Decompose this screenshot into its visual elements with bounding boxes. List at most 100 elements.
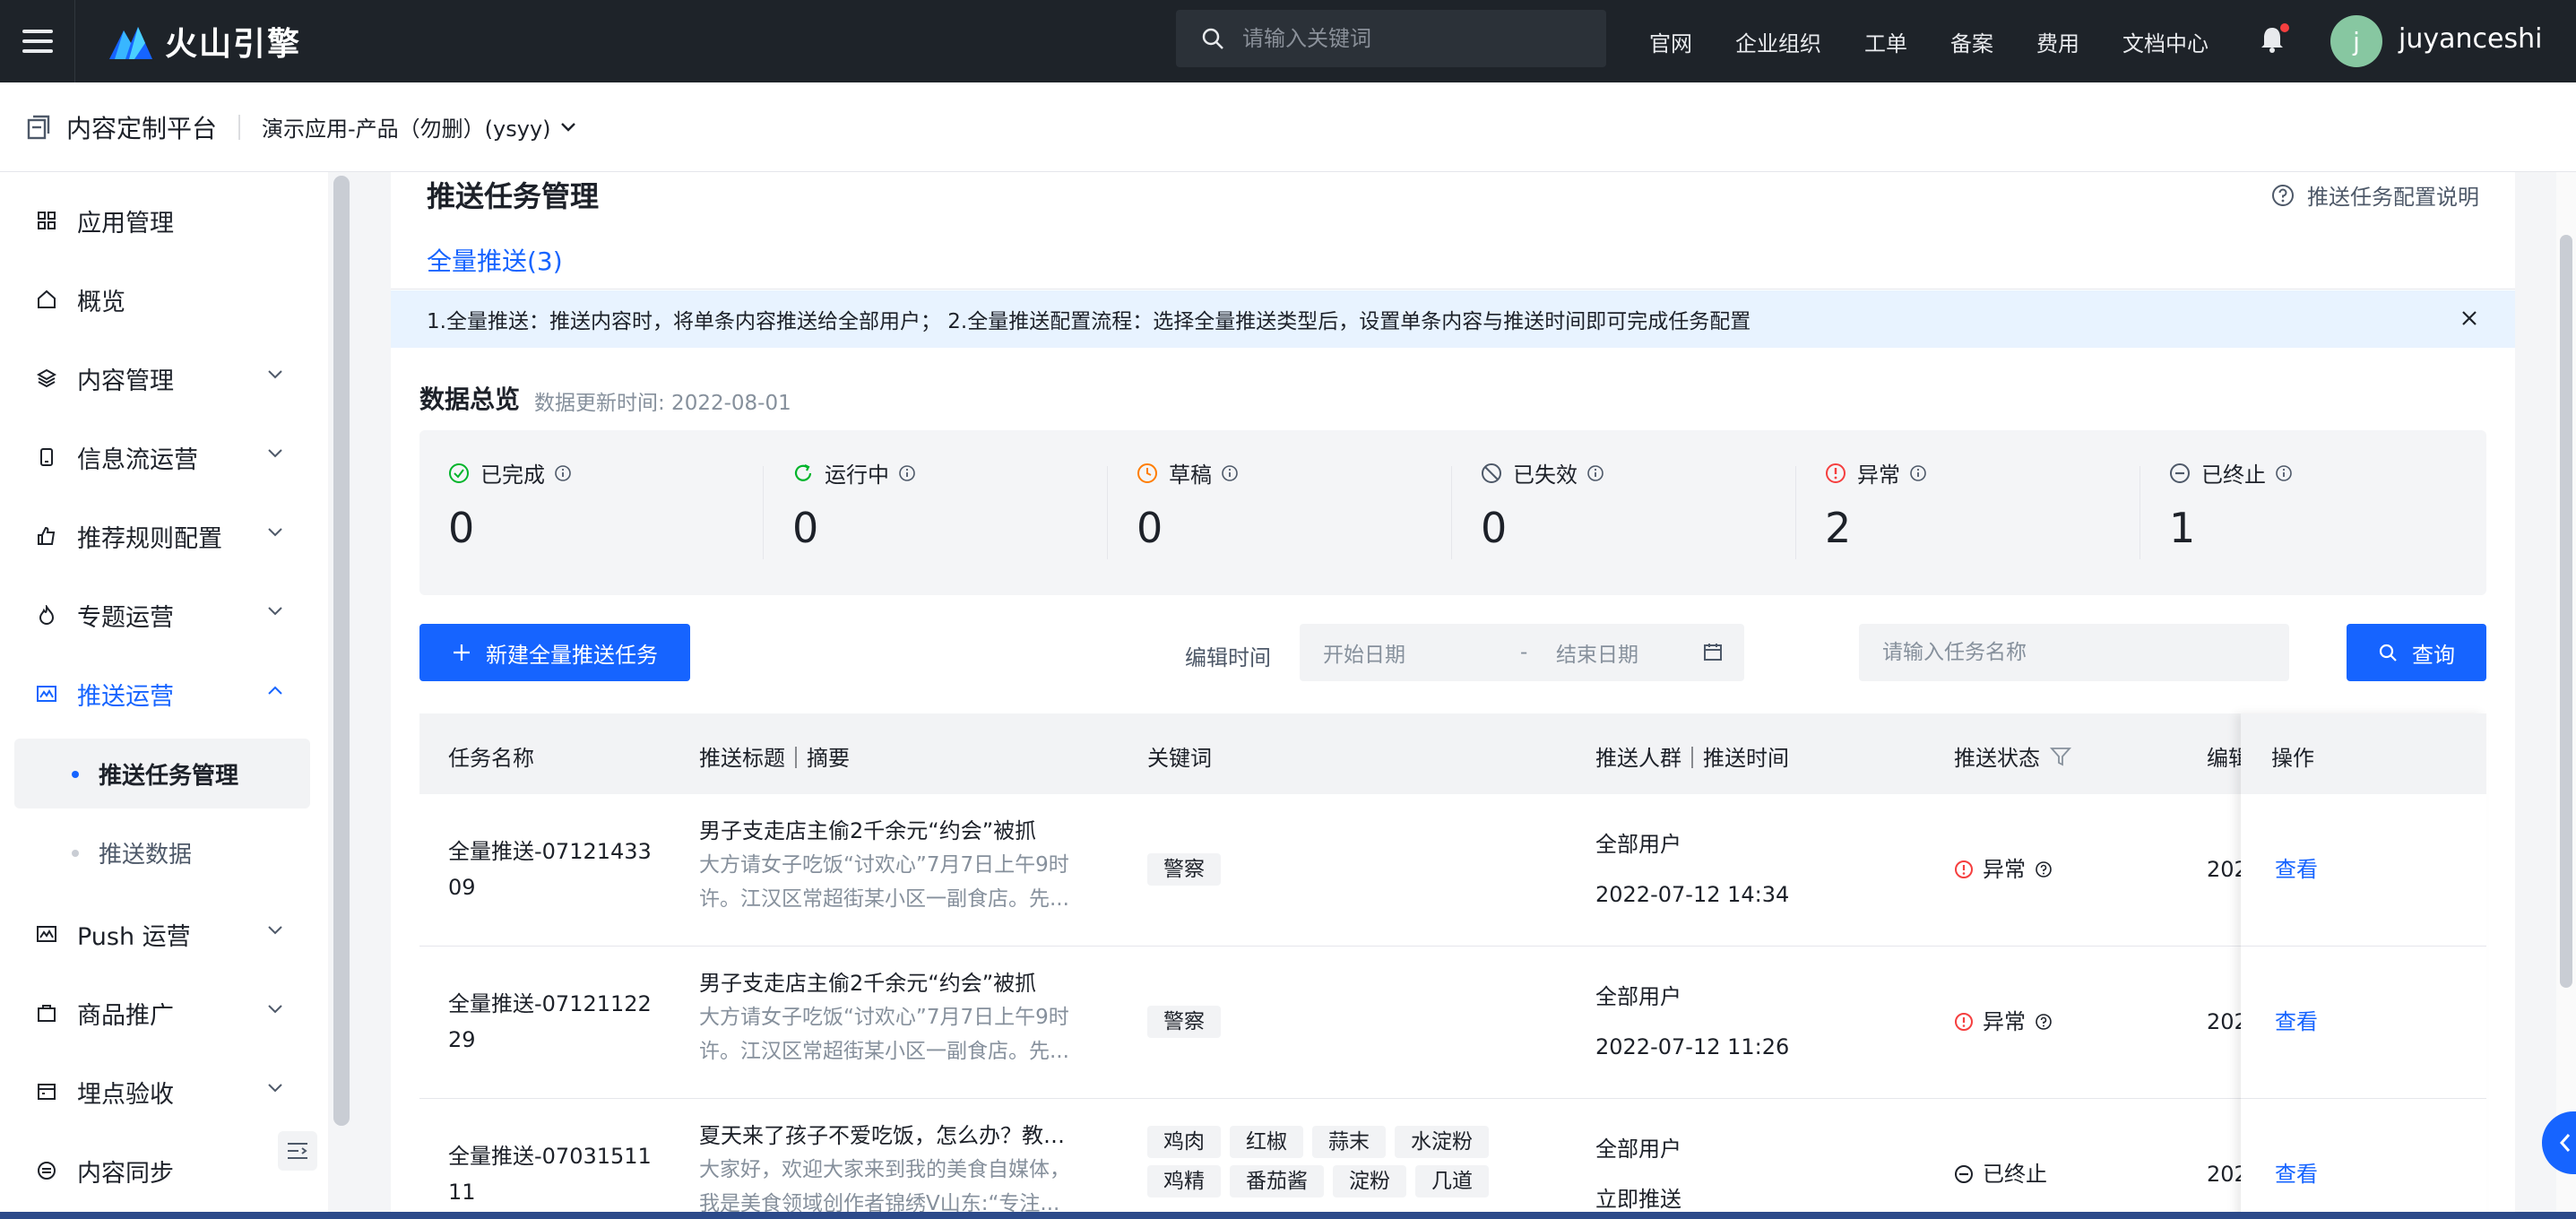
- notification-bell-button[interactable]: [2259, 23, 2289, 56]
- info-icon[interactable]: [898, 464, 916, 482]
- sidebar-item-push-task-management[interactable]: 推送任务管理: [14, 739, 310, 808]
- global-search[interactable]: [1176, 10, 1606, 67]
- question-icon[interactable]: [2035, 1013, 2053, 1031]
- page-scroll-thumb[interactable]: [2560, 235, 2572, 988]
- sidebar-item-push-operation[interactable]: 推送运营: [0, 658, 310, 730]
- nav-docs[interactable]: 文档中心: [2122, 26, 2209, 57]
- sidebar-item-label: 内容管理: [77, 367, 174, 395]
- sidebar-item-content-sync[interactable]: 内容同步: [0, 1135, 310, 1206]
- keyword-tag: 蒜末: [1312, 1126, 1386, 1158]
- platform-header: 内容定制平台 演示应用-产品（勿删）(ysyy): [0, 82, 2576, 172]
- keyword-list: 警察: [1147, 853, 1524, 886]
- sidebar-item-feed-operation[interactable]: 信息流运营: [0, 421, 310, 493]
- close-icon[interactable]: [2459, 308, 2479, 328]
- sidebar-item-label: 埋点验收: [77, 1080, 174, 1109]
- start-date-input[interactable]: 开始日期: [1323, 637, 1520, 668]
- app-selector[interactable]: 演示应用-产品（勿删）(ysyy): [262, 111, 576, 143]
- chevron-down-icon: [560, 122, 575, 132]
- info-icon[interactable]: [1586, 464, 1604, 482]
- edit-time: 2022: [2207, 1009, 2243, 1034]
- minus-circle-icon: [2169, 463, 2191, 484]
- expand-panel-button[interactable]: [2542, 1111, 2576, 1174]
- keyword-tag: 几道: [1415, 1165, 1489, 1197]
- col-push-status-label: 推送状态: [1954, 746, 2040, 771]
- chevron-down-icon: [268, 370, 282, 379]
- question-icon[interactable]: [2035, 860, 2053, 878]
- brand-logo[interactable]: 火山引擎: [108, 18, 301, 65]
- sidebar-item-product-promotion[interactable]: 商品推广: [0, 977, 310, 1049]
- refresh-icon: [792, 463, 814, 484]
- sidebar-item-topic-operation[interactable]: 专题运营: [0, 579, 310, 651]
- sidebar-item-push-ops[interactable]: Push 运营: [0, 898, 310, 970]
- task-table: 任务名称 推送标题｜摘要 关键词 推送人群｜推送时间 推送状态 编辑 全量推送-…: [419, 713, 2486, 1219]
- hamburger-menu-button[interactable]: [0, 0, 75, 82]
- edit-time: 2022: [2207, 1162, 2243, 1187]
- row-divider: [2241, 946, 2486, 947]
- top-navbar: 火山引擎 官网 企业组织 工单 备案 费用 文档中心 j juyanceshi: [0, 0, 2576, 82]
- collapse-menu-icon: [288, 1143, 307, 1159]
- sidebar-item-tracking-acceptance[interactable]: 埋点验收: [0, 1056, 310, 1128]
- platform-title: 内容定制平台: [66, 113, 218, 143]
- end-date-input[interactable]: 结束日期: [1556, 637, 1726, 668]
- info-icon[interactable]: [2275, 464, 2293, 482]
- chevron-down-icon: [268, 607, 282, 616]
- help-link-label: 推送任务配置说明: [2307, 185, 2479, 210]
- info-icon[interactable]: [1221, 464, 1239, 482]
- sync-icon: [36, 1160, 57, 1181]
- info-icon[interactable]: [554, 464, 572, 482]
- sidebar-item-label: 信息流运营: [77, 445, 198, 474]
- username[interactable]: juyanceshi: [2399, 23, 2542, 55]
- sidebar-item-push-data[interactable]: 推送数据: [14, 817, 310, 887]
- table-header: 任务名称 推送标题｜摘要 关键词 推送人群｜推送时间 推送状态 编辑: [419, 713, 2486, 794]
- bottom-edge-bar: [0, 1212, 2576, 1219]
- page-scrollbar[interactable]: [2556, 172, 2576, 1219]
- col-crowd-time: 推送人群｜推送时间: [1595, 746, 1789, 771]
- sidebar-collapse-button[interactable]: [278, 1131, 317, 1171]
- task-name-search-input[interactable]: [1859, 624, 2289, 681]
- view-link[interactable]: 查看: [2275, 1156, 2318, 1188]
- stat-value: 0: [1137, 504, 1163, 552]
- nav-official-site[interactable]: 官网: [1649, 26, 1692, 57]
- user-avatar[interactable]: j: [2330, 15, 2382, 67]
- stat-value: 2: [1825, 504, 1852, 552]
- sidebar-item-label: 概览: [77, 288, 125, 316]
- tab-full-push[interactable]: 全量推送(3): [427, 242, 563, 294]
- keyword-tag: 鸡精: [1147, 1165, 1221, 1197]
- nav-enterprise-org[interactable]: 企业组织: [1735, 26, 1821, 57]
- nav-filing[interactable]: 备案: [1950, 26, 1993, 57]
- sidebar-item-app-management[interactable]: 应用管理: [0, 185, 310, 256]
- sidebar-item-label: 内容同步: [77, 1159, 174, 1188]
- chevron-down-icon: [268, 1084, 282, 1093]
- nav-ticket[interactable]: 工单: [1864, 26, 1907, 57]
- chevron-down-icon: [268, 528, 282, 537]
- push-config-help-link[interactable]: 推送任务配置说明: [2271, 179, 2479, 211]
- sidebar-item-label: 专题运营: [77, 603, 174, 632]
- nav-billing[interactable]: 费用: [2036, 26, 2079, 57]
- sidebar-item-overview[interactable]: 概览: [0, 264, 310, 335]
- col-push-status: 推送状态: [1954, 740, 2072, 772]
- view-link[interactable]: 查看: [2275, 1004, 2318, 1035]
- date-range-picker[interactable]: 开始日期 - 结束日期: [1300, 624, 1744, 681]
- keyword-tag: 淀粉: [1333, 1165, 1406, 1197]
- filter-icon[interactable]: [2049, 745, 2072, 768]
- sidebar-item-content-management[interactable]: 内容管理: [0, 342, 310, 414]
- push-title-summary: 男子支走店主偷2千余元“约会”被抓 大方请女子吃饭“讨欢心”7月7日上午9时许。…: [699, 814, 1085, 916]
- sidebar-scrollbar[interactable]: [333, 176, 350, 1126]
- push-icon: [36, 923, 57, 945]
- push-time: 2022-07-12 14:34: [1595, 882, 1790, 907]
- view-link[interactable]: 查看: [2275, 852, 2318, 883]
- info-icon[interactable]: [1909, 464, 1927, 482]
- new-full-push-task-button[interactable]: 新建全量推送任务: [419, 624, 690, 681]
- sidebar-scroll-thumb[interactable]: [333, 176, 350, 1126]
- global-search-input[interactable]: [1242, 26, 1601, 51]
- brand-name: 火山引擎: [165, 26, 302, 63]
- push-title: 男子支走店主偷2千余元“约会”被抓: [699, 971, 1037, 996]
- notification-dot: [2280, 23, 2289, 32]
- push-status: 异常: [1954, 852, 2053, 887]
- sidebar-item-recommend-rules[interactable]: 推荐规则配置: [0, 500, 310, 572]
- keyword-tag: 红椒: [1230, 1126, 1303, 1158]
- col-operation: 操作: [2271, 746, 2314, 771]
- crowd-time: 全部用户 立即推送: [1595, 1131, 1882, 1217]
- query-button[interactable]: 查询: [2347, 624, 2486, 681]
- sidebar-sub-label: 推送任务管理: [99, 762, 239, 790]
